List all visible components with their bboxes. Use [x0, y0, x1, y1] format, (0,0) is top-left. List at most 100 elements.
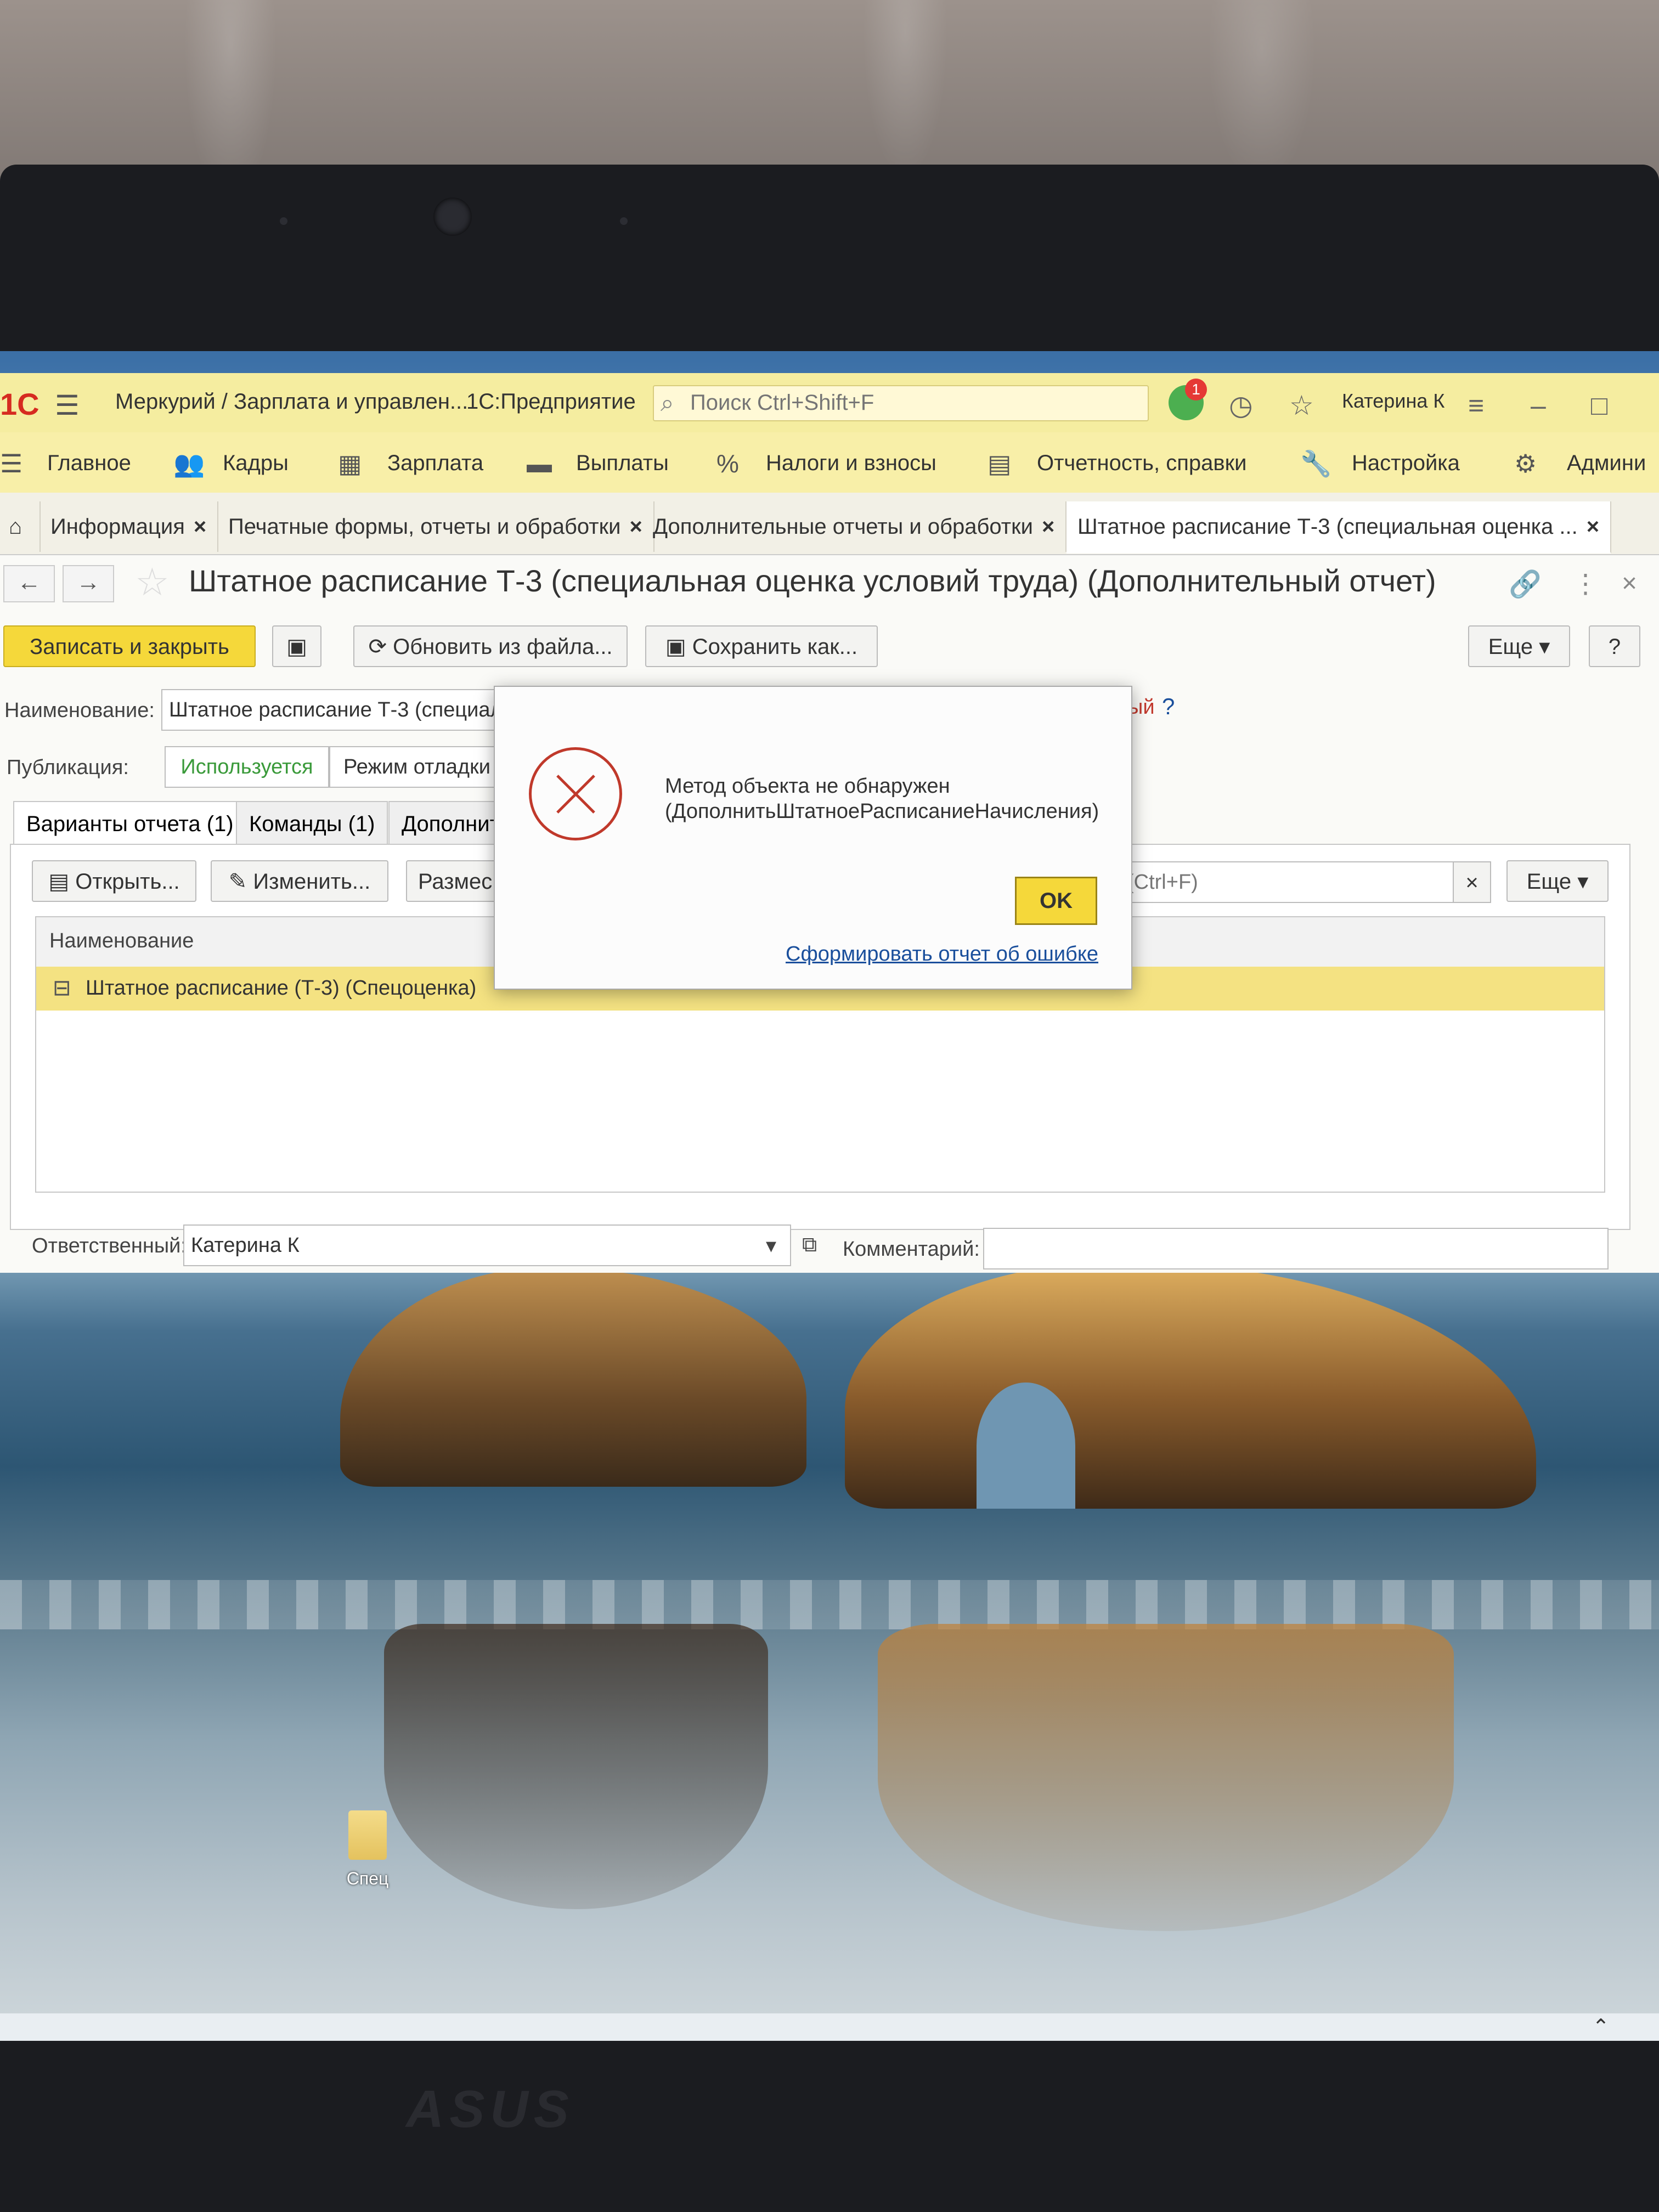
taskbar: ⌃ — [0, 2013, 1659, 2041]
sensor — [620, 217, 628, 225]
user-name[interactable]: Катерина К — [1342, 390, 1444, 413]
button-label: Обновить из файла... — [393, 635, 613, 659]
tray-chevron-up-icon[interactable]: ⌃ — [1592, 2015, 1610, 2039]
home-icon[interactable]: ⌂ — [0, 501, 41, 552]
update-icon: ⟳ — [368, 635, 393, 659]
percent-icon: % — [716, 449, 739, 478]
more-vertical-icon[interactable]: ⋮ — [1572, 568, 1599, 599]
name-field[interactable]: Штатное расписание Т-3 (специал — [161, 689, 501, 731]
search-input[interactable] — [689, 386, 1141, 419]
tab-label: Дополнительные отчеты и обработки — [653, 515, 1033, 539]
wallpaper-rock — [845, 1262, 1536, 1509]
close-icon[interactable]: × — [1042, 515, 1054, 539]
folder-icon — [348, 1810, 387, 1860]
tab-additional-reports[interactable]: Дополнительные отчеты и обработки × — [642, 501, 1067, 552]
edit-button[interactable]: ✎ Изменить... — [211, 860, 388, 902]
tab-print-forms[interactable]: Печатные формы, отчеты и обработки × — [217, 501, 654, 552]
update-from-file-button[interactable]: ⟳ Обновить из файла... — [353, 625, 628, 667]
menu-item-admin[interactable]: Админи — [1567, 451, 1646, 476]
publication-debug-toggle[interactable]: Режим отладки — [329, 746, 505, 788]
more-list-button[interactable]: Еще ▾ — [1506, 860, 1609, 902]
forward-button[interactable]: → — [63, 565, 114, 602]
menu-item-main[interactable]: Главное — [47, 451, 131, 476]
clear-search-button[interactable]: × — [1453, 861, 1491, 903]
title-bar: 1С ☰ Меркурий / Зарплата и управлен... 1… — [0, 373, 1659, 433]
brand-logo: ASUS — [406, 2080, 574, 2138]
minimize-icon[interactable]: – — [1531, 390, 1546, 421]
responsible-field[interactable]: Катерина К — [183, 1224, 791, 1266]
form-header: ← → ☆ Штатное расписание Т-3 (специальна… — [0, 555, 1659, 610]
payments-icon: ▬ — [527, 449, 552, 478]
button-label: Еще — [1526, 870, 1572, 894]
open-tabs-bar: ⌂ Информация × Печатные формы, отчеты и о… — [0, 493, 1659, 555]
form-toolbar: Записать и закрыть ▣ ⟳ Обновить из файла… — [0, 625, 1659, 675]
wallpaper-reflection — [384, 1624, 768, 1909]
ok-button[interactable]: OK — [1015, 877, 1097, 925]
close-icon[interactable]: × — [629, 515, 642, 539]
list-search-field[interactable]: (Ctrl+F) — [1119, 861, 1455, 903]
wallpaper-surf — [0, 1580, 1659, 1629]
close-icon[interactable]: × — [1587, 515, 1599, 539]
desktop-folder-spec[interactable]: Спец — [329, 1810, 406, 1889]
webcam — [433, 198, 472, 236]
tab-info[interactable]: Информация × — [40, 501, 219, 552]
app-name: 1С:Предприятие — [466, 390, 636, 414]
comment-field[interactable] — [983, 1228, 1609, 1269]
tab-label: Информация — [50, 515, 185, 539]
table-cell-name: Штатное расписание (Т-3) (Спецоценка) — [86, 977, 477, 1000]
error-dialog: Метод объекта не обнаружен (ДополнитьШта… — [494, 686, 1132, 990]
app-logo: 1С — [0, 387, 40, 421]
close-icon[interactable]: × — [194, 515, 206, 539]
menu-item-taxes[interactable]: Налоги и взносы — [766, 451, 936, 476]
error-message-line2: (ДополнитьШтатноеРасписаниеНачисления) — [665, 800, 1099, 823]
favorites-star-icon[interactable]: ☆ — [1289, 390, 1314, 421]
tab-label: Штатное расписание Т-3 (специальная оцен… — [1077, 515, 1578, 539]
search-icon: ⌕ — [661, 390, 674, 416]
name-help-link[interactable]: ? — [1162, 693, 1175, 720]
menu-item-salary[interactable]: Зарплата — [387, 451, 483, 476]
menu-item-personnel[interactable]: Кадры — [223, 451, 289, 476]
tab-staff-schedule[interactable]: Штатное расписание Т-3 (специальная оцен… — [1066, 501, 1612, 554]
link-icon[interactable]: 🔗 — [1509, 568, 1542, 600]
users-icon: 👥 — [173, 449, 205, 478]
column-header-name[interactable]: Наименование — [49, 929, 194, 953]
more-button[interactable]: Еще ▾ — [1468, 625, 1570, 667]
back-button[interactable]: ← — [3, 565, 55, 602]
maximize-icon[interactable]: □ — [1591, 390, 1607, 421]
help-button[interactable]: ? — [1589, 625, 1640, 667]
favorite-star-icon[interactable]: ☆ — [135, 560, 170, 605]
close-icon[interactable]: × — [1622, 568, 1637, 599]
main-menu-icon[interactable]: ☰ — [55, 390, 80, 421]
settings-menu-icon[interactable]: ≡ — [1468, 390, 1484, 421]
wrench-icon: 🔧 — [1300, 449, 1332, 478]
dropdown-arrow-icon[interactable]: ▾ — [766, 1233, 776, 1258]
publication-used-toggle[interactable]: Используется — [165, 746, 329, 788]
menu-item-settings[interactable]: Настройка — [1352, 451, 1460, 476]
open-ref-icon[interactable]: ⧉ — [802, 1233, 817, 1257]
sections-menu: ☰ Главное 👥 Кадры ▦ Зарплата ▬ Выплаты %… — [0, 432, 1659, 494]
report-variant-icon: ⊟ — [53, 976, 71, 1000]
menu-icon[interactable]: ☰ — [0, 449, 22, 478]
name-label: Наименование: — [4, 699, 155, 722]
global-search[interactable]: ⌕ — [653, 385, 1149, 421]
button-label: Еще — [1488, 635, 1533, 659]
history-icon[interactable]: ◷ — [1229, 390, 1253, 421]
desktop-icon-label: Спец — [346, 1869, 389, 1888]
responsible-label: Ответственный: — [32, 1234, 187, 1257]
error-icon — [529, 747, 622, 840]
button-label: Сохранить как... — [692, 635, 858, 659]
form-footer: Ответственный: Катерина К ▾ ⧉ Комментари… — [0, 1218, 1659, 1273]
error-report-link[interactable]: Сформировать отчет об ошибке — [786, 943, 1098, 966]
tab-commands[interactable]: Команды (1) — [236, 801, 388, 847]
save-and-close-button[interactable]: Записать и закрыть — [3, 625, 256, 667]
save-icon[interactable]: ▣ — [272, 625, 321, 667]
menu-item-reports[interactable]: Отчетность, справки — [1037, 451, 1246, 476]
wallpaper-rock — [340, 1267, 806, 1487]
reports-icon: ▤ — [988, 449, 1012, 478]
tab-report-variants[interactable]: Варианты отчета (1) — [13, 801, 247, 847]
menu-item-payments[interactable]: Выплаты — [576, 451, 669, 476]
wallpaper-arch — [977, 1383, 1075, 1509]
notifications-badge: 1 — [1185, 379, 1207, 400]
save-as-button[interactable]: ▣ Сохранить как... — [645, 625, 878, 667]
open-button[interactable]: ▤ Открыть... — [32, 860, 196, 902]
